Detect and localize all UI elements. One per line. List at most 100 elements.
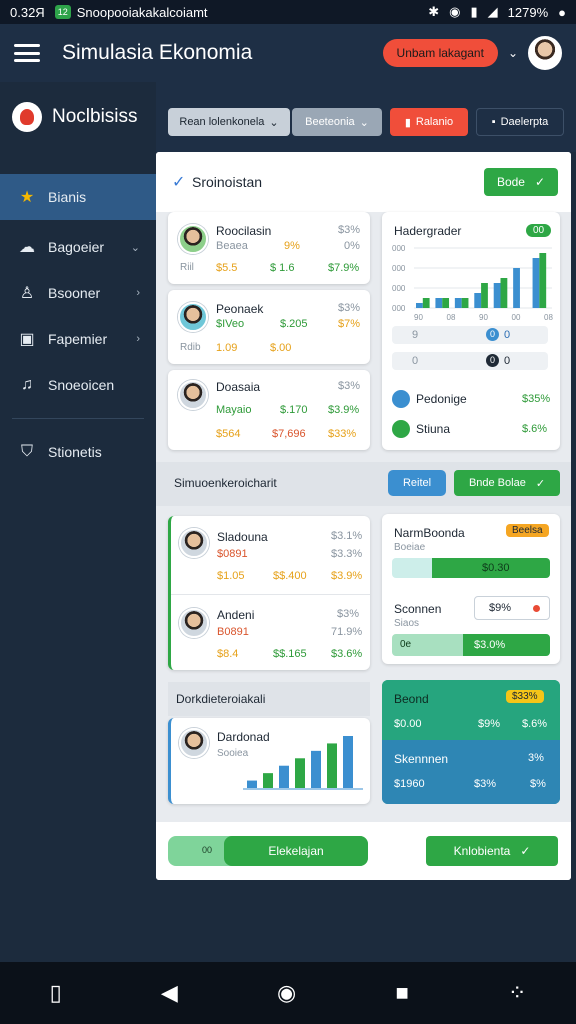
stat-card[interactable]: Roocilasin Beaea 9% $3% 0% Riil $5.5 $ 1… — [168, 212, 370, 284]
chevron-right-icon: › — [136, 333, 140, 345]
legend-value: $35% — [522, 393, 551, 405]
system-nav-bar: ▯ ◀ ◉ ■ ⁘ — [0, 962, 576, 1024]
y-tick-label: 000 — [392, 264, 406, 273]
bar — [532, 258, 540, 308]
stat-v3: $7.9% — [328, 262, 360, 274]
signal-icon: ▮ — [470, 4, 478, 19]
briefcase-icon: ▪ — [491, 116, 496, 128]
stat-tag: Riil — [180, 262, 194, 273]
check-icon: ✓ — [535, 477, 546, 490]
status-dot-icon — [533, 605, 540, 612]
footer-prefix: 00 — [202, 845, 213, 855]
summary-pct2: 3% — [528, 752, 544, 764]
knlobienta-button[interactable]: Knlobienta ✓ — [426, 836, 558, 866]
value-field[interactable]: $9% — [474, 596, 550, 620]
summary-bottom — [382, 740, 560, 804]
bar — [416, 303, 423, 308]
progress-title: NarmBoonda — [394, 526, 465, 540]
upgrade-button[interactable]: Unbam lakagant — [382, 39, 498, 67]
sidebar-item-bagoeier[interactable]: ☁ Bagoeier ⌄ — [0, 224, 156, 270]
stat-sub: Mayaio — [216, 404, 252, 416]
bar — [461, 298, 469, 308]
stat-v2: $ 1.6 — [270, 262, 295, 274]
bar — [435, 298, 443, 308]
mini-bar — [279, 765, 289, 788]
legend-label: Pedonige — [416, 392, 467, 406]
sidebar-item-fapemier[interactable]: ▣ Fapemier › — [0, 316, 156, 362]
sidebar-item-label: Bsooner — [48, 285, 101, 301]
sidebar-item-label: Bianis — [48, 189, 87, 205]
elekelajan-button[interactable]: 00 Elekelajan — [168, 836, 368, 866]
recents-icon[interactable]: ▯ — [50, 980, 62, 1006]
overview-icon[interactable]: ■ — [395, 980, 408, 1006]
done-button[interactable]: Bode ✓ — [484, 168, 558, 196]
toggle-value: 0 — [504, 355, 511, 367]
mini-bar — [295, 758, 305, 788]
bar — [442, 298, 450, 308]
summary-w3: $% — [530, 778, 546, 790]
bar — [500, 278, 508, 308]
stat-v1: $5.5 — [216, 262, 238, 274]
summary-v1: $0.00 — [394, 718, 422, 730]
stat-r2: 0% — [344, 240, 360, 252]
daelerpta-button[interactable]: ▪ Daelerpta — [476, 108, 564, 136]
summary-w2: $3% — [474, 778, 497, 790]
y-tick-label: 000 — [392, 244, 406, 253]
legend-value: $.6% — [522, 423, 548, 435]
back-icon[interactable]: ◀ — [161, 980, 178, 1006]
sidebar-item-bsooner[interactable]: ♙ Bsooner › — [0, 270, 156, 316]
stat-r1: $3% — [338, 380, 361, 392]
panel-footer: 00 Elekelajan Knlobienta ✓ — [156, 822, 571, 880]
ralanio-button[interactable]: ▮ Ralanio — [390, 108, 468, 136]
toolbar: Rean lolenkonela ⌄ Beeteonia ⌄ ▮ Ralanio… — [156, 82, 576, 152]
chart-toggle-row[interactable]: 0 0 0 — [392, 352, 548, 370]
toggle-dot: 0 — [486, 328, 499, 341]
mini-bar — [311, 750, 321, 788]
summary-card: Beond $33% $0.00 $9% $.6% Skennnen 3% $1… — [382, 680, 560, 804]
stat-name: Peonaek — [216, 302, 264, 316]
cloud-icon: ☁ — [19, 239, 35, 256]
sidebar-item-stionetis[interactable]: ⛉ Stionetis — [0, 429, 156, 475]
summary-badge: $33% — [506, 690, 544, 703]
menu-icon[interactable] — [14, 44, 40, 62]
section-title: Dorkdieteroiakali — [176, 692, 266, 706]
legend-label: Stiuna — [416, 422, 451, 436]
stat-r1: $3% — [338, 224, 361, 236]
progress-sub: Boeiae — [394, 542, 426, 553]
x-tick-label: 90 — [414, 313, 423, 322]
person-code: B0891 — [217, 626, 249, 638]
sidebar-item-snoeoicen[interactable]: ♫ Snoeoicen — [0, 362, 156, 408]
stat-sub: Beaea — [216, 240, 248, 252]
filter-select[interactable]: Rean lolenkonela ⌄ — [168, 108, 290, 136]
bookmark-icon: ▮ — [404, 116, 411, 129]
secondary-select-label: Beeteonia — [305, 116, 355, 128]
progress-bar: $0.30 — [392, 558, 550, 578]
bnde-bolae-button[interactable]: Bnde Bolae ✓ — [454, 470, 560, 496]
bar — [474, 293, 482, 308]
legend-dot-blue — [392, 390, 410, 408]
sidebar-item-bianis[interactable]: ★ Bianis — [0, 174, 156, 220]
avatar[interactable] — [528, 36, 562, 70]
reitel-button[interactable]: Reitel — [388, 470, 446, 496]
progress-label: $3.0% — [474, 639, 506, 651]
stat-r2: $3.9% — [328, 404, 360, 416]
app-title: Simulasia Ekonomia — [62, 41, 253, 64]
home-icon[interactable]: ◉ — [277, 980, 296, 1006]
chart-icon: ▣ — [19, 331, 35, 348]
stat-card[interactable]: Peonaek $IVeo $.205 $3% $7% Rdib 1.09 $.… — [168, 290, 370, 364]
music-icon: ♫ — [21, 376, 33, 393]
chevron-down-icon[interactable]: ⌄ — [508, 46, 518, 60]
bar — [422, 298, 430, 308]
battery-icon: ◢ — [487, 4, 498, 19]
elekelajan-label: Elekelajan — [224, 836, 368, 866]
daelerpta-label: Daelerpta — [500, 116, 549, 128]
avatar — [179, 728, 209, 758]
brand: Noclbisiss — [0, 82, 156, 152]
mini-chart-card: Dardonad Sooiea — [168, 718, 370, 804]
stat-card[interactable]: Doasaia Mayaio $.170 $3% $3.9% $564 $7,6… — [168, 370, 370, 450]
apps-icon[interactable]: ⁘ — [508, 980, 526, 1006]
chart-toggle-row[interactable]: 9 0 0 — [392, 326, 548, 344]
star-icon: ★ — [19, 189, 35, 206]
people-card: Sladouna $0891 $3.1% $3.3% $1.05 $$.400 … — [168, 516, 370, 670]
secondary-select[interactable]: Beeteonia ⌄ — [292, 108, 382, 136]
